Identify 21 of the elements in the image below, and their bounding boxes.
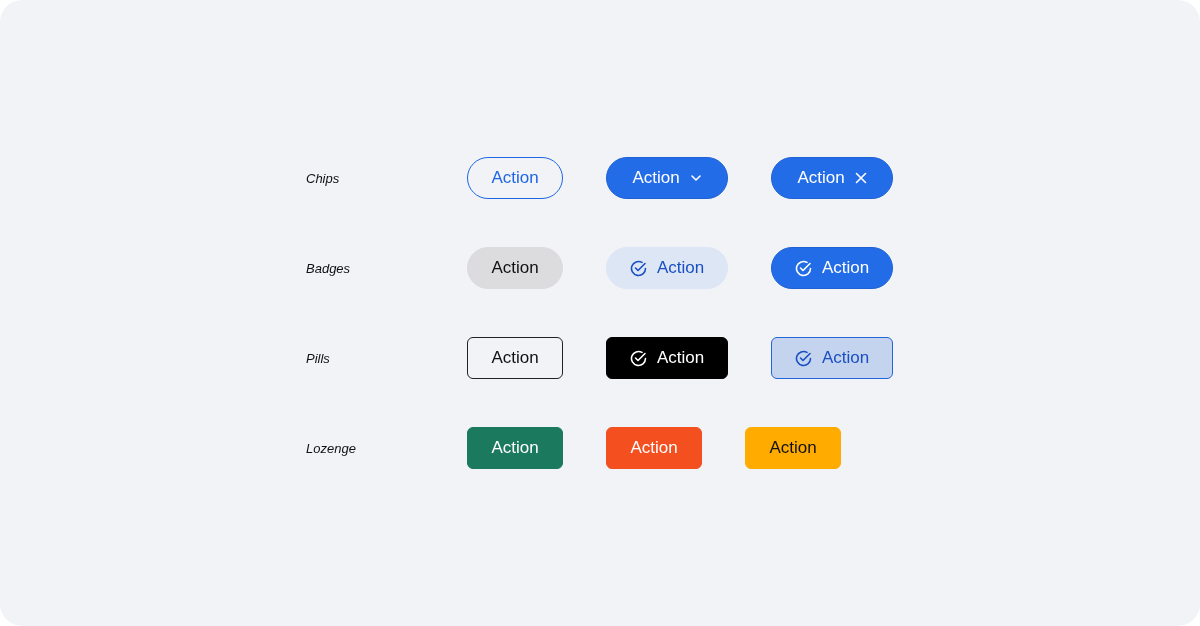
check-circle-icon [629,349,647,367]
lozenge[interactable]: Action [467,427,563,469]
row-label: Chips [306,170,341,186]
chip[interactable]: Action [771,157,893,199]
check-circle-icon [629,259,647,277]
badge[interactable]: Action [606,247,728,289]
lozenge[interactable]: Action [606,427,702,469]
close-icon [854,172,867,184]
badge[interactable]: Action [467,247,563,289]
row-label: Badges [306,260,352,276]
pill[interactable]: Action [467,337,563,379]
check-circle-icon [794,349,812,367]
pill[interactable]: Action [606,337,728,379]
chip[interactable]: Action [606,157,728,199]
badge[interactable]: Action [771,247,893,289]
row-label: Pills [306,350,331,366]
lozenge[interactable]: Action [745,427,841,469]
chevron-down-icon [689,174,702,182]
pill[interactable]: Action [771,337,893,379]
row-label: Lozenge [306,440,357,456]
check-circle-icon [794,259,812,277]
